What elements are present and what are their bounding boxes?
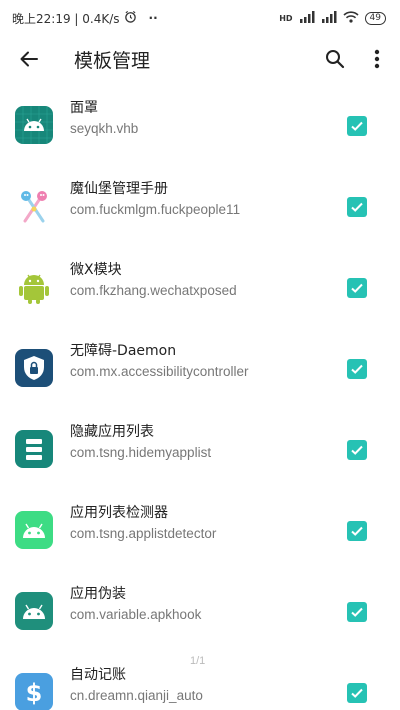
module-checkbox[interactable] xyxy=(347,116,367,136)
module-package: cn.dreamn.qianji_auto xyxy=(70,688,203,703)
checkmark-icon xyxy=(351,364,363,374)
module-checkbox[interactable] xyxy=(347,683,367,703)
module-package: seyqkh.vhb xyxy=(70,121,139,136)
checkmark-icon xyxy=(351,445,363,455)
status-time-speed: 晚上22:19 | 0.4K/s xyxy=(12,11,120,26)
module-item[interactable]: 微X模块 com.fkzhang.wechatxposed xyxy=(0,246,400,327)
shield-lock-icon xyxy=(15,349,53,387)
signal-icon-2 xyxy=(321,10,337,26)
module-item[interactable]: 隐藏应用列表 com.tsng.hidemyapplist xyxy=(0,408,400,489)
android-icon xyxy=(15,511,53,549)
checkmark-icon xyxy=(351,607,363,617)
search-icon xyxy=(326,50,345,69)
module-package: com.tsng.applistdetector xyxy=(70,526,217,541)
checkmark-icon xyxy=(351,688,363,698)
page-indicator: 1/1 xyxy=(190,655,206,667)
app-bar: 模板管理 xyxy=(0,36,400,82)
alarm-icon xyxy=(124,10,137,26)
module-item[interactable]: 魔仙堡管理手册 com.fuckmlgm.fuckpeople11 xyxy=(0,165,400,246)
svg-text:$: $ xyxy=(26,679,43,707)
android-icon xyxy=(15,592,53,630)
more-options-button[interactable] xyxy=(362,44,392,74)
battery-indicator: 49 xyxy=(364,11,386,25)
checkmark-icon xyxy=(351,526,363,536)
module-name: 微X模块 xyxy=(70,262,122,278)
module-checkbox[interactable] xyxy=(347,602,367,622)
module-checkbox[interactable] xyxy=(347,521,367,541)
dollar-icon: $ xyxy=(15,673,53,710)
checkmark-icon xyxy=(351,121,363,131)
signal-icon xyxy=(299,10,315,26)
back-button[interactable] xyxy=(14,44,44,74)
module-checkbox[interactable] xyxy=(347,440,367,460)
checkmark-icon xyxy=(351,283,363,293)
module-name: 无障碍-Daemon xyxy=(70,343,177,359)
hd-badge: HD xyxy=(279,13,293,23)
list-icon xyxy=(15,430,53,468)
module-item[interactable]: 应用列表检测器 com.tsng.applistdetector xyxy=(0,489,400,570)
notification-dots: ·· xyxy=(148,11,158,25)
module-checkbox[interactable] xyxy=(347,197,367,217)
module-package: com.fkzhang.wechatxposed xyxy=(70,283,237,298)
module-list: 面罩 seyqkh.vhb 魔仙堡管理手册 com.fuckmlgm.fuckp… xyxy=(0,84,400,710)
module-name: 自动记账 xyxy=(70,667,126,683)
module-package: com.tsng.hidemyapplist xyxy=(70,445,212,460)
module-package: com.variable.apkhook xyxy=(70,607,202,622)
search-button[interactable] xyxy=(320,44,350,74)
module-name: 应用伪装 xyxy=(70,586,126,602)
module-name: 面罩 xyxy=(70,100,98,116)
status-bar: 晚上22:19 | 0.4K/s ·· HD 49 xyxy=(0,0,400,36)
magic-wand-icon xyxy=(15,187,53,225)
module-package: com.fuckmlgm.fuckpeople11 xyxy=(70,202,241,217)
module-name: 应用列表检测器 xyxy=(70,505,168,521)
android-grid-icon xyxy=(15,106,53,144)
more-vert-icon xyxy=(374,49,380,69)
module-item[interactable]: 应用伪装 com.variable.apkhook xyxy=(0,570,400,651)
module-item[interactable]: 无障碍-Daemon com.mx.accessibilitycontrolle… xyxy=(0,327,400,408)
arrow-left-icon xyxy=(20,51,38,67)
android-green-icon xyxy=(15,268,53,306)
module-name: 魔仙堡管理手册 xyxy=(70,181,168,197)
module-package: com.mx.accessibilitycontroller xyxy=(70,364,249,379)
module-checkbox[interactable] xyxy=(347,359,367,379)
page-title: 模板管理 xyxy=(74,50,151,72)
module-checkbox[interactable] xyxy=(347,278,367,298)
wifi-icon xyxy=(342,10,359,26)
module-name: 隐藏应用列表 xyxy=(70,424,154,440)
checkmark-icon xyxy=(351,202,363,212)
module-item[interactable]: 面罩 seyqkh.vhb xyxy=(0,84,400,165)
